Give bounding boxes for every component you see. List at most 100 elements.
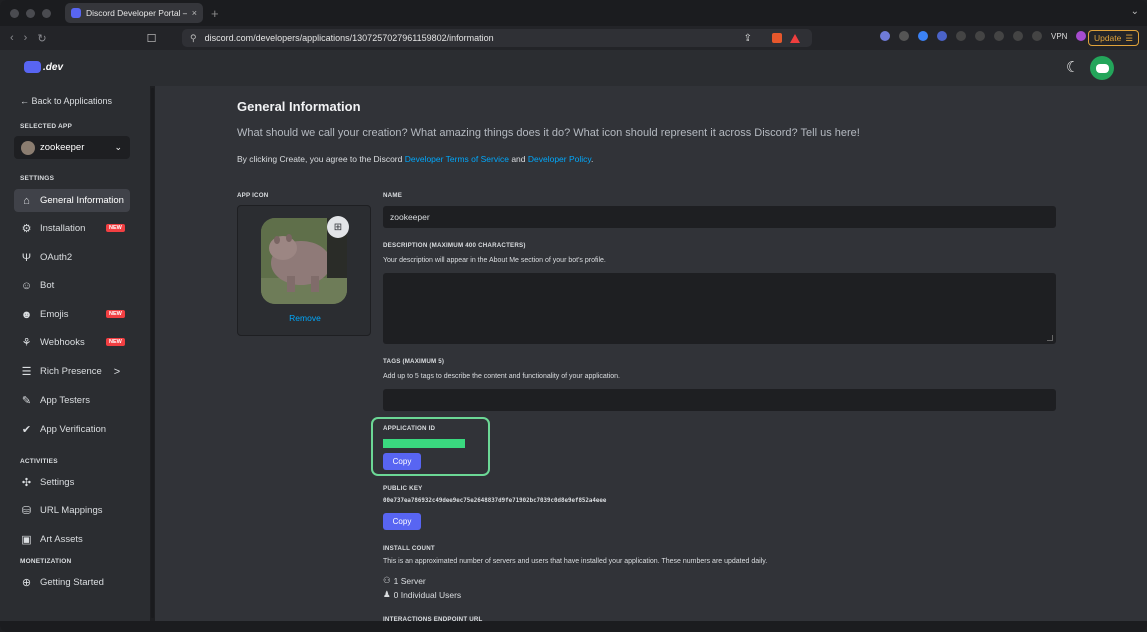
upload-image-icon[interactable]: ⊞ <box>327 216 349 238</box>
vpn-label[interactable]: VPN <box>1051 32 1067 41</box>
gear-icon: ⚙ <box>21 223 32 235</box>
sidebar-item-bot[interactable]: ☺ Bot <box>14 274 130 297</box>
tags-label: TAGS (MAXIMUM 5) <box>383 358 445 365</box>
close-window-button[interactable] <box>10 8 19 18</box>
terms-and: and <box>508 154 528 164</box>
tab-title: Discord Developer Portal — My <box>86 8 187 18</box>
sidebar-item-general-information[interactable]: ⌂ General Information <box>14 189 130 212</box>
sidebar-scrollbar-thumb[interactable] <box>151 88 154 618</box>
application-id-redaction <box>383 439 465 448</box>
chevron-right-icon: > <box>113 365 121 378</box>
extension-icon[interactable] <box>899 31 909 41</box>
resize-handle-icon[interactable] <box>1047 335 1053 341</box>
tab-close-icon[interactable]: × <box>192 8 197 18</box>
description-label: DESCRIPTION (MAXIMUM 400 CHARACTERS) <box>383 242 526 249</box>
new-tab-button[interactable]: + <box>211 6 219 21</box>
browser-tab[interactable]: Discord Developer Portal — My × <box>65 3 203 23</box>
forward-arrow-icon[interactable]: › <box>24 32 28 45</box>
document-icon: ☰ <box>21 366 32 378</box>
developer-policy-link[interactable]: Developer Policy <box>528 154 591 164</box>
sidebar-item-label: URL Mappings <box>40 505 103 516</box>
page-title: General Information <box>237 99 361 114</box>
reload-icon[interactable]: ↻ <box>37 32 46 45</box>
url-field[interactable]: ⚲ discord.com/developers/applications/13… <box>182 29 812 47</box>
app-avatar <box>21 140 35 155</box>
chevron-down-icon: ⌄ <box>114 142 122 152</box>
sidebar-item-url-mappings[interactable]: ⛁ URL Mappings <box>14 499 130 522</box>
server-icon: ⚇ <box>383 575 391 585</box>
discord-dev-logo[interactable]: .dev <box>24 61 63 73</box>
bookmark-icon[interactable]: ☐ <box>147 32 157 45</box>
brave-rewards-icon[interactable] <box>790 33 800 43</box>
terms-prefix: By clicking Create, you agree to the Dis… <box>237 154 405 164</box>
update-button[interactable]: Update ☰ <box>1087 30 1139 46</box>
brave-shields-icon[interactable] <box>772 33 782 43</box>
leo-icon[interactable] <box>1032 31 1042 41</box>
sidebar-item-label: General Information <box>40 195 124 206</box>
site-settings-icon[interactable]: ⚲ <box>190 33 197 44</box>
activity-settings-icon: ✣ <box>21 477 32 489</box>
developer-terms-link[interactable]: Developer Terms of Service <box>405 154 509 164</box>
sidebar-item-webhooks[interactable]: ⚘ Webhooks NEW <box>14 331 130 354</box>
public-key-label: PUBLIC KEY <box>383 485 423 492</box>
home-icon: ⌂ <box>23 194 30 207</box>
back-arrow-icon[interactable]: ‹ <box>10 32 14 45</box>
sidebar-item-activity-settings[interactable]: ✣ Settings <box>14 471 130 494</box>
remove-icon-link[interactable]: Remove <box>238 313 372 323</box>
extension-icon[interactable] <box>937 31 947 41</box>
sidebar-item-installation[interactable]: ⚙ Installation NEW <box>14 217 130 240</box>
new-badge: NEW <box>106 310 125 318</box>
user-avatar[interactable] <box>1090 56 1114 80</box>
app-icon-label: APP ICON <box>237 192 269 199</box>
wallet-icon[interactable] <box>1013 31 1023 41</box>
discord-logo-icon <box>24 61 41 73</box>
extension-icon[interactable] <box>880 31 890 41</box>
terms-suffix: . <box>591 154 594 164</box>
sidebar-item-oauth2[interactable]: Ψ OAuth2 <box>14 246 130 269</box>
url-text: discord.com/developers/applications/1307… <box>204 33 494 43</box>
tab-bar: Discord Developer Portal — My × + ⌄ <box>0 0 1147 26</box>
maximize-window-button[interactable] <box>42 8 51 18</box>
tab-list-chevron-icon[interactable]: ⌄ <box>1131 6 1139 17</box>
app-selector[interactable]: zookeeper ⌄ <box>14 136 130 159</box>
extension-icon[interactable] <box>975 31 985 41</box>
bot-icon: ☺ <box>20 279 33 292</box>
tester-icon: ✎ <box>21 395 32 407</box>
sidebar-item-emojis[interactable]: ☻ Emojis NEW <box>14 303 130 326</box>
sidebar-item-rich-presence[interactable]: ☰ Rich Presence > <box>14 360 130 383</box>
back-to-applications-link[interactable]: ← Back to Applications <box>20 96 112 106</box>
install-count-label: INSTALL COUNT <box>383 545 435 552</box>
public-key-value: 00e737ea786932c49dee9ec75e2648837d9fe719… <box>383 498 607 504</box>
theme-toggle-moon-icon[interactable]: ☾ <box>1066 58 1079 76</box>
tags-input[interactable] <box>383 389 1056 411</box>
profile-icon[interactable] <box>1076 31 1087 41</box>
selected-app-heading: SELECTED APP <box>20 123 73 130</box>
share-icon[interactable]: ⇪ <box>744 33 752 44</box>
sidebar-item-getting-started[interactable]: ⊕ Getting Started <box>14 571 130 594</box>
window-bottom-edge <box>0 621 1147 632</box>
sidebar-item-app-testers[interactable]: ✎ App Testers <box>14 389 130 412</box>
image-icon: ▣ <box>21 534 32 546</box>
description-helper: Your description will appear in the Abou… <box>383 257 606 264</box>
user-icon: ♟ <box>383 589 391 599</box>
discord-favicon-icon <box>71 8 81 18</box>
browser-window: Discord Developer Portal — My × + ⌄ ‹ › … <box>0 0 1147 632</box>
description-textarea[interactable] <box>383 273 1056 344</box>
extension-icon[interactable] <box>918 31 928 41</box>
copy-public-key-button[interactable]: Copy <box>383 513 421 530</box>
user-count: ♟ 0 Individual Users <box>383 589 461 600</box>
copy-application-id-button[interactable]: Copy <box>383 453 421 470</box>
minimize-window-button[interactable] <box>26 8 35 18</box>
sidebar-item-label: App Testers <box>40 395 90 406</box>
extension-icon[interactable] <box>956 31 966 41</box>
sidebar-item-app-verification[interactable]: ✔ App Verification <box>14 418 130 441</box>
application-id-label: APPLICATION ID <box>383 425 436 432</box>
sidebar-toggle-icon[interactable] <box>994 31 1004 41</box>
main-content: General Information What should we call … <box>155 86 1147 632</box>
address-bar-row: ‹ › ↻ ☐ ⚲ discord.com/developers/applica… <box>0 26 1147 50</box>
name-input[interactable]: zookeeper <box>383 206 1056 228</box>
name-input-value: zookeeper <box>390 212 430 222</box>
sidebar-item-art-assets[interactable]: ▣ Art Assets <box>14 528 130 551</box>
name-label: NAME <box>383 192 403 199</box>
logo-text: .dev <box>43 61 64 73</box>
